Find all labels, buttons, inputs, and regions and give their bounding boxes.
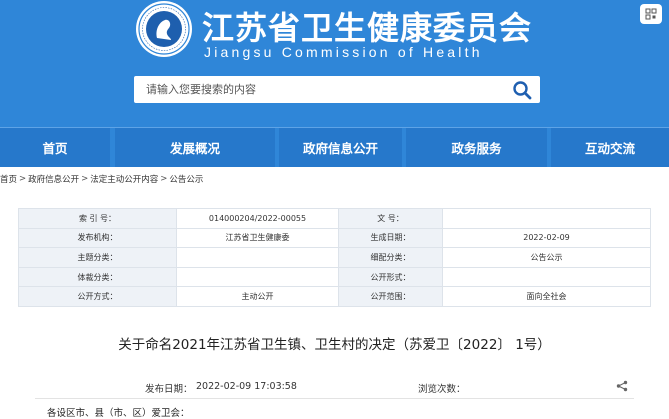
- site-subtitle: Jiangsu Commission of Health: [204, 44, 483, 60]
- info-label-method: 公开方式：: [18, 286, 177, 307]
- publish-date-label: 发布日期：: [145, 384, 193, 395]
- nav-item-interaction[interactable]: 互动交流: [551, 128, 669, 167]
- search-input[interactable]: [134, 76, 504, 103]
- table-row: 公开方式： 主动公开 公开范围： 面向全社会: [18, 286, 651, 307]
- table-row: 发布机构： 江苏省卫生健康委 生成日期： 2022-02-09: [18, 227, 651, 249]
- info-value-form: [442, 266, 651, 288]
- breadcrumb-separator: >: [160, 174, 168, 184]
- info-value-genre: [176, 266, 339, 288]
- divider: [35, 398, 634, 399]
- nav-item-gov-service[interactable]: 政务服务: [406, 128, 547, 167]
- breadcrumb-item-mandatory[interactable]: 法定主动公开内容: [90, 173, 158, 185]
- breadcrumb: 首页 > 政府信息公开 > 法定主动公开内容 > 公告公示: [0, 172, 203, 186]
- breadcrumb-separator: >: [81, 174, 89, 184]
- info-value-index: 014000204/2022-00055: [176, 208, 339, 229]
- share-icon[interactable]: [616, 380, 628, 392]
- search-button[interactable]: [509, 77, 535, 102]
- info-table: 索 引 号： 014000204/2022-00055 文 号： 发布机构： 江…: [18, 208, 651, 307]
- breadcrumb-item-home[interactable]: 首页: [0, 173, 17, 185]
- info-value-topic: [176, 247, 339, 268]
- breadcrumb-item-gov-info[interactable]: 政府信息公开: [28, 173, 79, 185]
- breadcrumb-item-notice[interactable]: 公告公示: [169, 173, 203, 185]
- info-value-doc-no: [442, 208, 651, 229]
- info-label-index: 索 引 号：: [18, 208, 177, 229]
- info-label-genre: 体裁分类：: [18, 266, 177, 288]
- site-title: 江苏省卫生健康委员会: [202, 9, 533, 47]
- info-label-publisher: 发布机构：: [18, 227, 177, 249]
- search-icon: [513, 80, 532, 99]
- info-value-subcategory: 公告公示: [442, 247, 651, 268]
- info-value-created: 2022-02-09: [442, 227, 651, 249]
- nav-item-gov-info[interactable]: 政府信息公开: [279, 128, 402, 167]
- search-bar: [134, 76, 540, 103]
- info-value-method: 主动公开: [176, 286, 339, 307]
- page: 江苏省卫生健康委员会 Jiangsu Commission of Health …: [0, 0, 669, 419]
- views-label: 浏览次数：: [418, 384, 466, 395]
- info-label-created: 生成日期：: [338, 227, 443, 249]
- info-label-form: 公开形式：: [338, 266, 443, 288]
- qr-share-icon[interactable]: [640, 4, 662, 24]
- publish-date-value: 2022-02-09 17:03:58: [196, 381, 297, 392]
- article-title: 关于命名2021年江苏省卫生镇、卫生村的决定（苏爱卫〔2022〕 1号）: [118, 337, 551, 353]
- main-nav: 首页 发展概况 政府信息公开 政务服务 互动交流: [0, 127, 669, 167]
- table-row: 体裁分类： 公开形式：: [18, 266, 651, 288]
- site-header: 江苏省卫生健康委员会 Jiangsu Commission of Health: [0, 0, 669, 127]
- info-value-publisher: 江苏省卫生健康委: [176, 227, 339, 249]
- info-label-doc-no: 文 号：: [338, 208, 443, 229]
- info-label-topic: 主题分类：: [18, 247, 177, 268]
- info-label-subcategory: 细配分类：: [338, 247, 443, 268]
- nav-item-overview[interactable]: 发展概况: [115, 128, 275, 167]
- info-value-scope: 面向全社会: [442, 286, 651, 307]
- info-label-scope: 公开范围：: [338, 286, 443, 307]
- jiangsu-health-emblem-icon[interactable]: [135, 0, 193, 58]
- article-body-first-line: 各设区市、县（市、区）爱卫会：: [47, 408, 190, 419]
- table-row: 索 引 号： 014000204/2022-00055 文 号：: [18, 208, 651, 229]
- breadcrumb-separator: >: [19, 174, 27, 184]
- nav-item-home[interactable]: 首页: [0, 128, 110, 167]
- table-row: 主题分类： 细配分类： 公告公示: [18, 247, 651, 268]
